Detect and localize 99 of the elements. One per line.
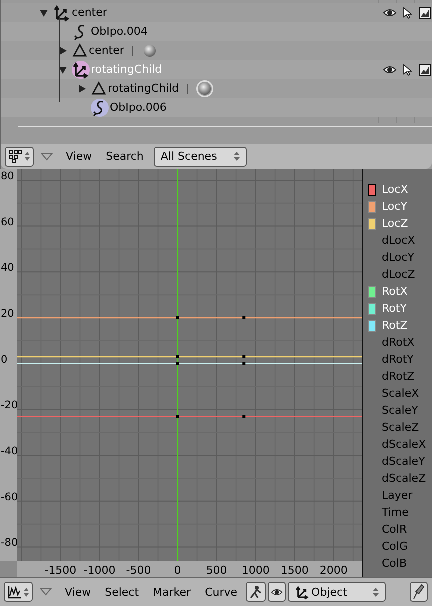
y-tick-label: 0 [1, 354, 8, 366]
menu-item[interactable]: Marker [147, 582, 198, 602]
pin-button[interactable] [410, 582, 428, 602]
editor-type-button[interactable] [5, 146, 34, 166]
cursor-icon[interactable] [403, 6, 413, 18]
channel-label[interactable]: dLocZ [382, 268, 416, 281]
channel-label[interactable]: Layer [382, 489, 413, 502]
current-frame-line[interactable] [177, 169, 179, 561]
menu-item[interactable]: Curve [199, 582, 244, 602]
channel-label[interactable]: dScaleX [382, 438, 426, 451]
y-tick-label: -60 [1, 491, 18, 504]
up-down-arrows-icon [24, 588, 29, 596]
outliner-label: center [89, 44, 124, 57]
channel-label[interactable]: dScaleZ [382, 472, 426, 485]
channel-swatch[interactable] [368, 200, 376, 212]
channel-label[interactable]: dRotY [382, 353, 414, 366]
x-tick-label: 1000 [242, 564, 270, 577]
channel-label[interactable]: dRotZ [382, 370, 415, 383]
channel-label[interactable]: ScaleY [382, 404, 418, 417]
channel-swatch[interactable] [368, 320, 376, 332]
channel-label[interactable]: RotZ [382, 319, 408, 332]
eye-icon [270, 588, 283, 596]
channel-label[interactable]: ColB [382, 557, 408, 570]
channel-label[interactable]: ScaleX [382, 387, 420, 400]
channel-swatch[interactable] [368, 286, 376, 298]
ipo-type-dropdown[interactable]: Object [288, 582, 386, 602]
y-tick-label: -80 [1, 537, 18, 550]
channel-label[interactable]: RotY [382, 302, 407, 315]
outliner-label: ObIpo.004 [91, 25, 148, 38]
graph-icon [8, 585, 22, 599]
material-sphere-icon[interactable] [196, 80, 214, 98]
channel-label[interactable]: dLocX [382, 234, 416, 247]
expanded-triangle-icon[interactable] [39, 8, 49, 18]
outliner-label: ObIpo.006 [110, 101, 167, 114]
y-tick-label: -20 [1, 400, 18, 412]
y-tick-label: 20 [1, 308, 14, 320]
render-icon[interactable] [419, 64, 431, 76]
separator-bar [132, 46, 134, 56]
channel-label[interactable]: dRotX [382, 336, 415, 349]
channel-label[interactable]: LocX [382, 183, 408, 196]
outliner-row[interactable]: ObIpo.004 [1, 22, 432, 41]
outliner-label: rotatingChild [91, 63, 162, 76]
outliner-row[interactable]: center [1, 3, 432, 22]
pin-icon [413, 584, 425, 600]
figure-button[interactable] [246, 582, 266, 602]
outliner-label: center [72, 6, 108, 19]
render-icon[interactable] [419, 6, 431, 18]
outliner-row[interactable]: rotatingChild [1, 79, 432, 98]
x-tick-label: -500 [126, 564, 152, 577]
collapse-triangle-icon[interactable] [41, 152, 53, 160]
eye-icon[interactable] [383, 64, 397, 74]
outliner-row[interactable]: center [1, 41, 432, 60]
visibility-button[interactable] [268, 582, 286, 602]
channel-label[interactable]: ColR [382, 523, 408, 536]
outliner-label: rotatingChild [108, 82, 180, 95]
channel-swatch[interactable] [368, 302, 376, 314]
x-tick-label: 1500 [280, 564, 309, 577]
axes-icon [294, 584, 310, 600]
up-down-arrows-icon [234, 152, 240, 161]
outliner-icon [9, 150, 23, 164]
separator-bar [187, 84, 188, 94]
menu-item[interactable]: Search [100, 146, 150, 167]
cursor-icon[interactable] [403, 64, 413, 76]
eye-icon[interactable] [383, 8, 397, 18]
expanded-triangle-icon[interactable] [58, 64, 68, 74]
editor-type-button[interactable] [4, 582, 33, 602]
scene-dropdown[interactable]: All Scenes [154, 146, 247, 166]
curve[interactable] [17, 355, 362, 358]
channel-label[interactable]: LocZ [382, 217, 408, 230]
collapsed-triangle-icon[interactable] [77, 84, 87, 94]
up-down-arrows-icon [25, 152, 30, 161]
x-tick-label: -1500 [44, 564, 77, 577]
up-down-arrows-icon [372, 588, 379, 596]
y-tick-label: -40 [1, 446, 18, 458]
x-tick-label: 0 [174, 564, 182, 577]
collapsed-triangle-icon[interactable] [58, 46, 68, 56]
mesh-icon [72, 42, 88, 58]
channel-label[interactable]: ScaleZ [382, 421, 420, 434]
figure-icon [248, 585, 263, 599]
x-tick-label: 2000 [320, 564, 348, 577]
y-tick-label: 80 [1, 170, 14, 182]
menu-item[interactable]: View [60, 146, 98, 167]
menu-item[interactable]: View [59, 582, 98, 602]
channel-label[interactable]: dLocY [382, 251, 414, 264]
y-tick-label: 60 [1, 216, 14, 228]
channel-label[interactable]: dScaleY [382, 455, 426, 468]
channel-label[interactable]: LocY [382, 200, 408, 213]
menu-item[interactable]: Select [99, 582, 146, 602]
channel-label[interactable]: RotX [382, 285, 408, 298]
mesh-icon [91, 80, 107, 96]
channel-swatch[interactable] [368, 218, 376, 230]
x-tick-label: 500 [206, 564, 228, 577]
x-tick-label: -1000 [84, 564, 116, 577]
channel-label[interactable]: ColG [382, 540, 408, 553]
outliner-row[interactable]: ObIpo.006 [1, 98, 432, 117]
channel-swatch[interactable] [368, 184, 376, 196]
y-tick-label: 40 [1, 262, 14, 274]
collapse-triangle-icon[interactable] [40, 588, 52, 596]
channel-label[interactable]: Time [382, 506, 409, 519]
